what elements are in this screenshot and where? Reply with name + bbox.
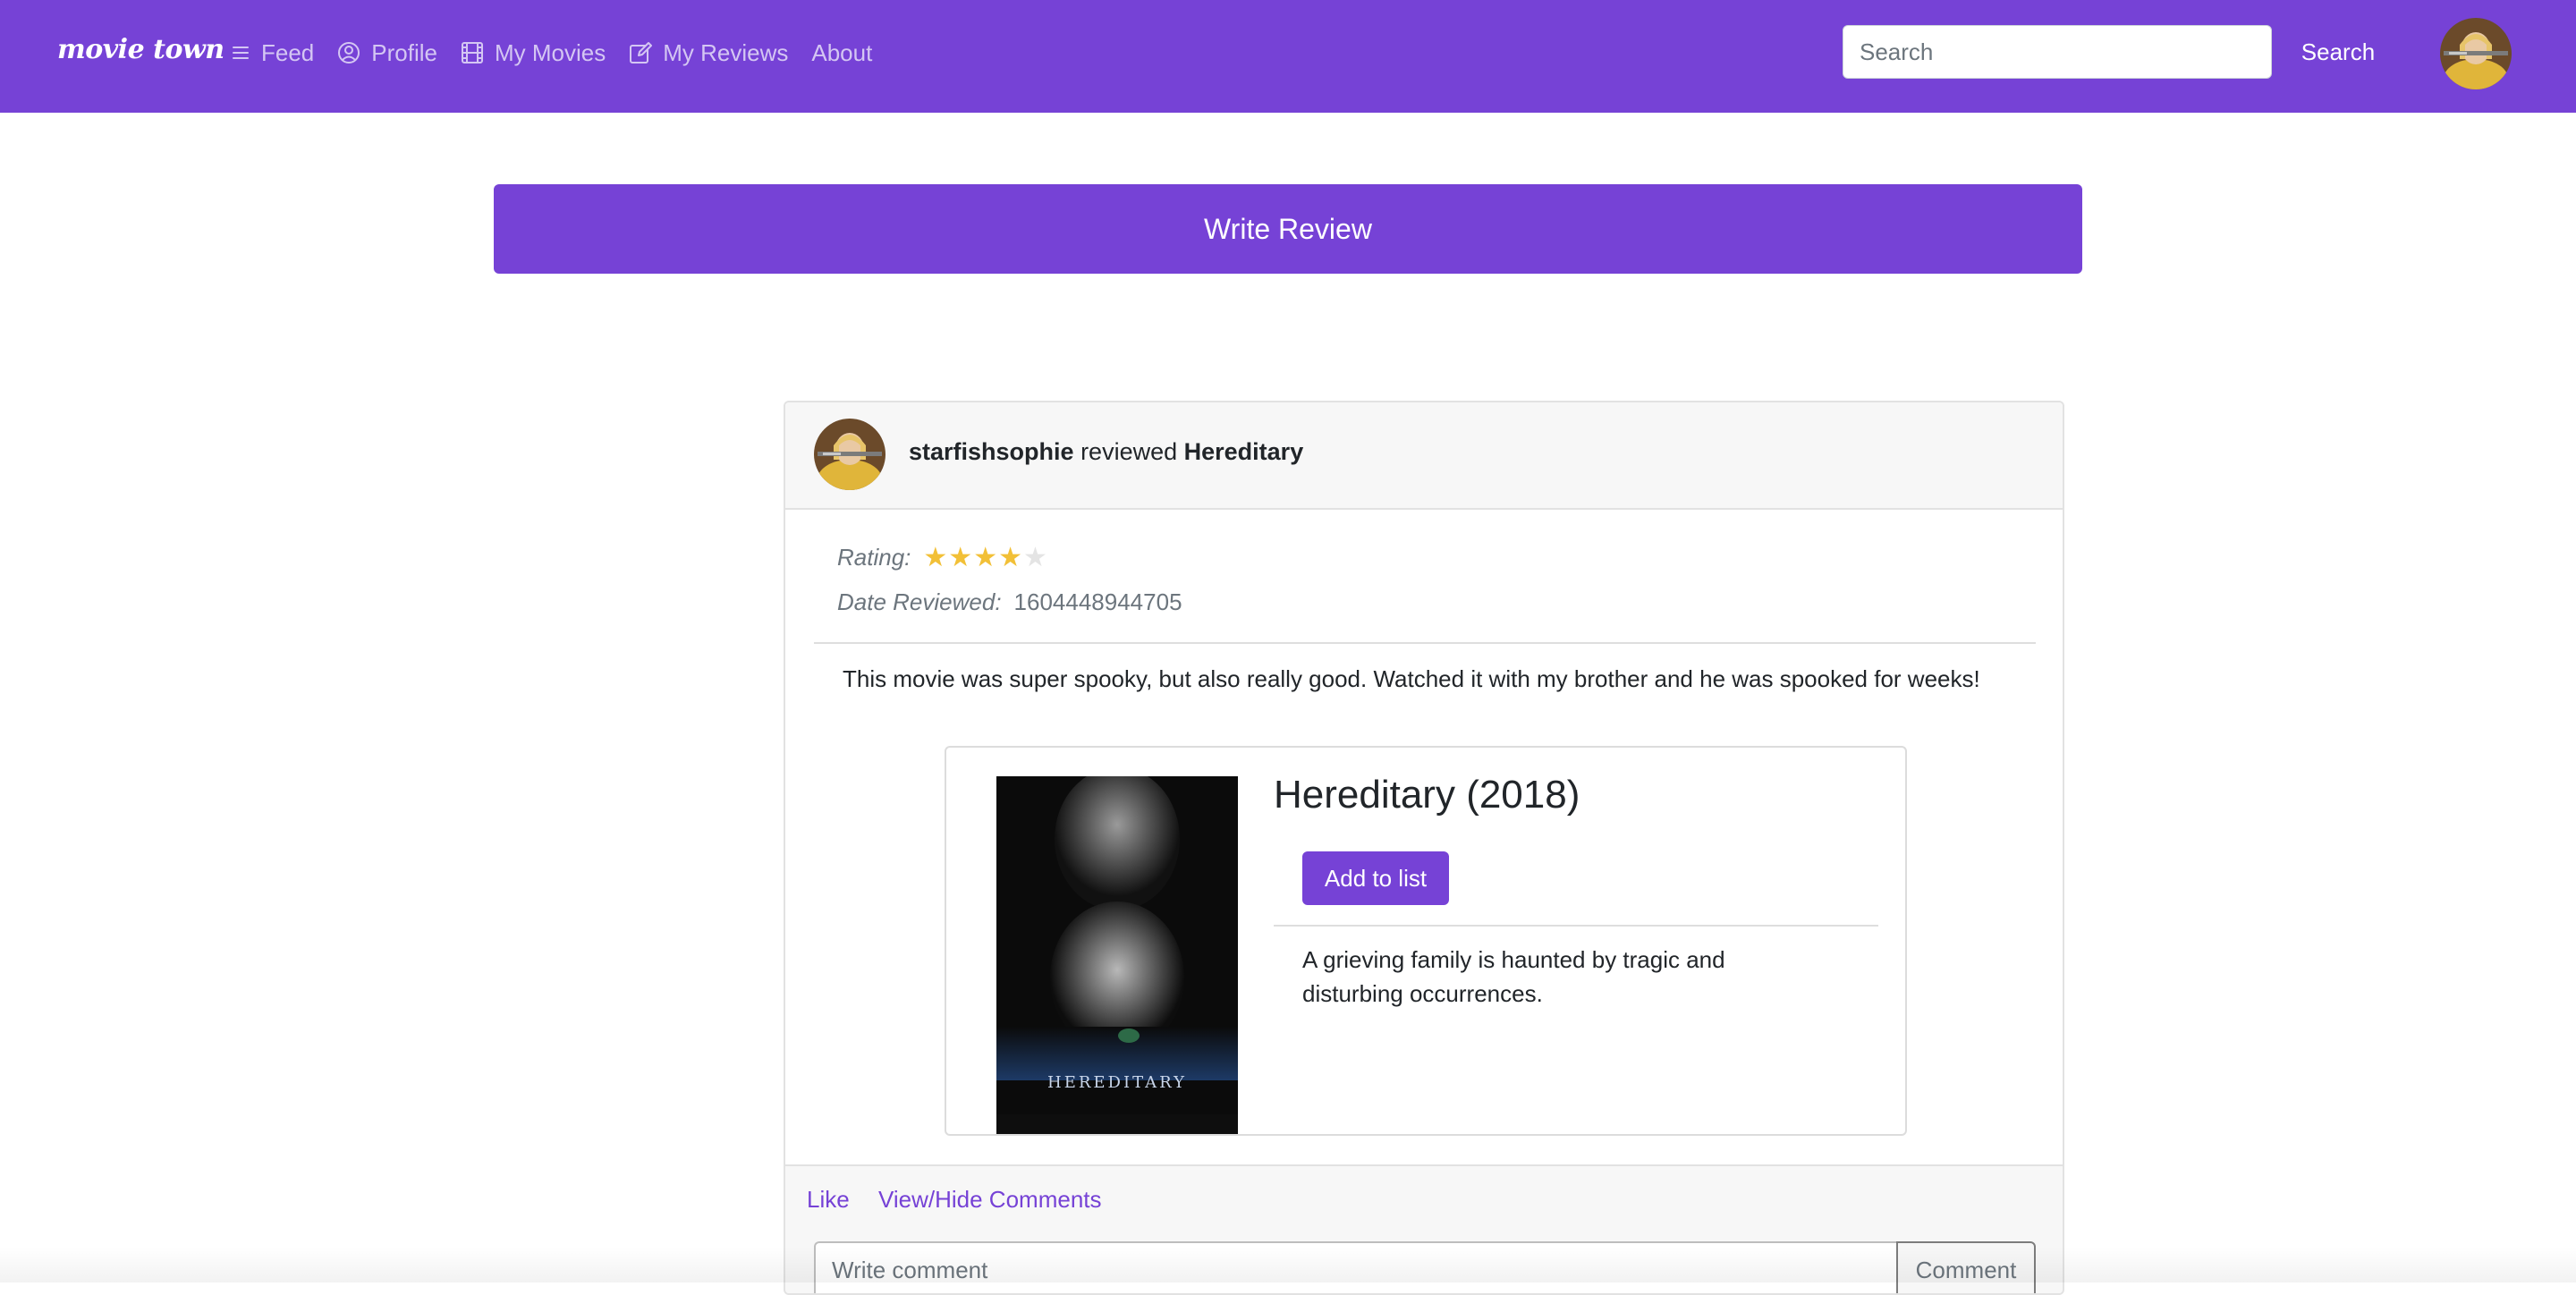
review-card: starfishsophie reviewed Hereditary Ratin…	[784, 401, 2064, 1295]
nav-item-label: My Movies	[494, 38, 606, 66]
edit-icon	[630, 42, 653, 63]
review-headline: starfishsophie reviewed Hereditary	[909, 438, 1303, 466]
movie-card: HEREDITARY Hereditary (2018) Add to list…	[945, 746, 1907, 1136]
user-avatar[interactable]	[2440, 18, 2512, 89]
comment-button[interactable]: Comment	[1896, 1241, 2036, 1293]
poster-title-text: HEREDITARY	[1047, 1073, 1187, 1092]
nav-item-label: My Reviews	[663, 38, 789, 66]
brand-logo[interactable]: movie town	[57, 34, 225, 65]
review-text: This movie was super spooky, but also re…	[843, 665, 1980, 692]
reviewer-avatar[interactable]	[814, 419, 886, 490]
rating-label: Rating:	[837, 544, 911, 571]
movie-title: Hereditary (2018)	[1274, 773, 1580, 817]
search-input[interactable]	[1843, 25, 2272, 79]
add-to-list-button[interactable]: Add to list	[1302, 851, 1449, 905]
review-card-header: starfishsophie reviewed Hereditary	[785, 402, 2063, 510]
nav-item-profile[interactable]: Profile	[337, 39, 437, 67]
review-action-text: reviewed	[1080, 438, 1178, 465]
nav-item-my-movies[interactable]: My Movies	[461, 39, 606, 67]
nav-item-feed[interactable]: Feed	[231, 39, 314, 67]
reviewed-movie-name[interactable]: Hereditary	[1184, 438, 1304, 465]
toggle-comments-link[interactable]: View/Hide Comments	[878, 1186, 1102, 1214]
rating-row: Rating: ★ ★ ★ ★ ★	[837, 544, 1048, 571]
date-row: Date Reviewed: 1604448944705	[837, 588, 1182, 616]
date-label: Date Reviewed:	[837, 588, 1002, 615]
nav-links: Feed Profile My Movies My Reviews About	[231, 0, 895, 106]
film-icon	[461, 42, 483, 63]
date-value: 1604448944705	[1013, 588, 1182, 615]
star-filled-icon: ★	[948, 542, 973, 572]
user-circle-icon	[338, 42, 360, 63]
divider	[1274, 925, 1878, 927]
like-link[interactable]: Like	[807, 1186, 850, 1214]
movie-description: A grieving family is haunted by tragic a…	[1302, 946, 1725, 1007]
divider	[814, 642, 2036, 644]
search-button[interactable]: Search	[2286, 25, 2390, 79]
list-icon	[233, 47, 249, 59]
nav-item-about[interactable]: About	[811, 39, 872, 67]
top-navbar: movie town Feed Profile My Movies My Rev…	[0, 0, 2576, 113]
star-filled-icon: ★	[973, 542, 998, 572]
nav-item-my-reviews[interactable]: My Reviews	[629, 39, 788, 67]
star-empty-icon: ★	[1023, 542, 1047, 572]
star-filled-icon: ★	[923, 542, 948, 572]
nav-item-label: About	[811, 38, 873, 66]
nav-item-label: Feed	[261, 38, 315, 66]
star-filled-icon: ★	[998, 542, 1023, 572]
movie-poster[interactable]: HEREDITARY	[996, 776, 1238, 1134]
nav-item-label: Profile	[371, 38, 437, 66]
review-card-footer: Like View/Hide Comments Comment	[785, 1164, 2063, 1293]
write-review-button[interactable]: Write Review	[494, 184, 2082, 274]
comment-input[interactable]	[814, 1241, 1896, 1293]
star-rating: ★ ★ ★ ★ ★	[923, 542, 1048, 572]
reviewer-username[interactable]: starfishsophie	[909, 438, 1074, 465]
